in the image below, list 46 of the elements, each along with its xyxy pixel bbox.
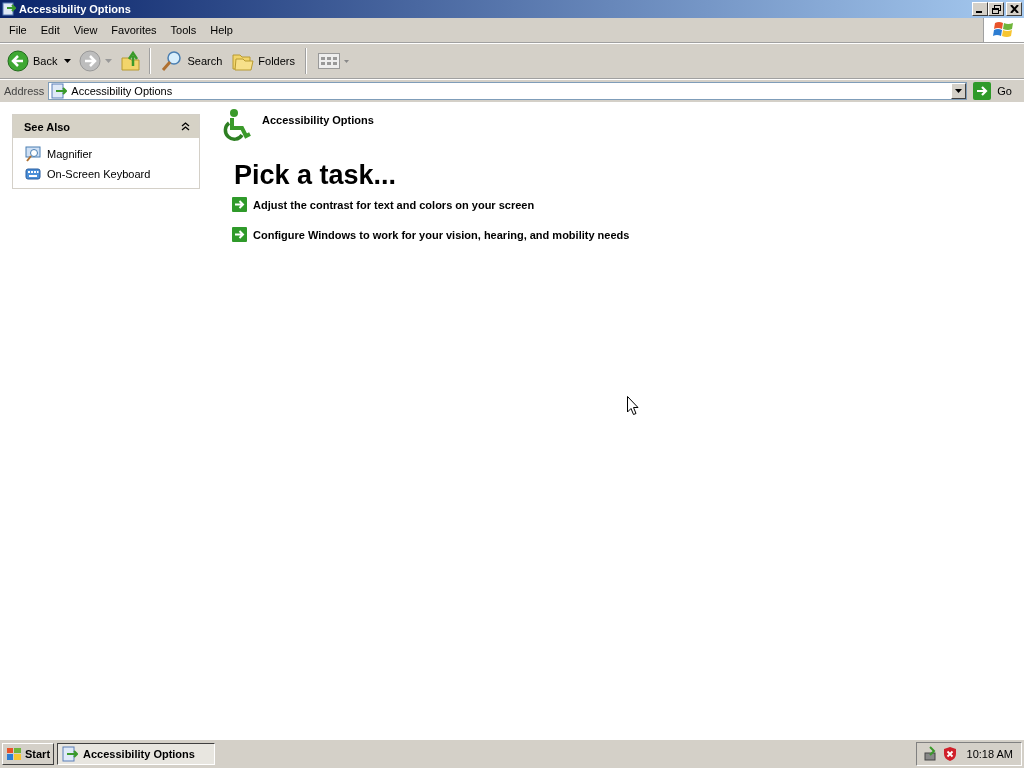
menu-item[interactable]: View — [66, 24, 105, 36]
menu-item[interactable]: Help — [203, 24, 240, 36]
back-button[interactable]: Back — [4, 48, 61, 74]
windows-logo — [6, 747, 22, 761]
arrow-icon — [232, 197, 247, 212]
task-link[interactable]: Configure Windows to work for your vision, hearing, and mobility needs — [253, 228, 630, 241]
address-label: Address — [4, 85, 45, 97]
cursor-icon — [627, 396, 639, 416]
search-button[interactable]: Search — [158, 48, 226, 74]
address-field[interactable]: Accessibility Options — [48, 82, 968, 100]
restore-button[interactable] — [988, 2, 1004, 16]
go-button[interactable]: Go — [971, 82, 1020, 100]
menu-item[interactable]: File — [2, 24, 34, 36]
taskbar-button[interactable]: Accessibility Options — [57, 743, 216, 765]
menu-item[interactable]: Favorites — [104, 24, 164, 36]
caret-icon[interactable] — [64, 59, 72, 63]
caret-icon — [955, 89, 963, 93]
restore-icon — [991, 4, 1001, 14]
page-icon — [62, 746, 79, 762]
keyboard-icon — [25, 166, 41, 182]
panel-title: See Also — [24, 120, 71, 133]
start-button[interactable]: Start — [2, 743, 55, 765]
minimize-button[interactable] — [972, 2, 988, 16]
magnifier-icon — [25, 146, 41, 162]
panel-link[interactable]: Magnifier — [47, 148, 93, 160]
arrow-icon — [232, 227, 247, 242]
menu-item[interactable]: Edit — [33, 24, 67, 36]
network-icon[interactable] — [922, 746, 939, 762]
task-link[interactable]: Adjust the contrast for text and colors on your screen — [253, 198, 535, 211]
close-icon — [1009, 5, 1019, 13]
folders-button[interactable]: Folders — [229, 49, 298, 73]
page-header: Accessibility Options — [262, 114, 374, 126]
dropdown-button[interactable] — [951, 83, 967, 99]
clock: 10:18 AM — [966, 748, 1013, 760]
page-heading: Pick a task... — [234, 160, 398, 191]
menu-item[interactable]: Tools — [163, 24, 204, 36]
panel-link[interactable]: On-Screen Keyboard — [47, 168, 151, 180]
forward-button[interactable] — [79, 50, 102, 72]
page-icon — [51, 83, 68, 99]
search-icon — [161, 50, 184, 72]
window-title: Accessibility Options — [19, 3, 132, 15]
collapse-icon[interactable] — [181, 122, 190, 131]
close-button[interactable] — [1006, 2, 1022, 16]
window-icon — [2, 2, 16, 16]
folders-icon — [232, 51, 255, 71]
shield-icon[interactable] — [942, 746, 957, 762]
